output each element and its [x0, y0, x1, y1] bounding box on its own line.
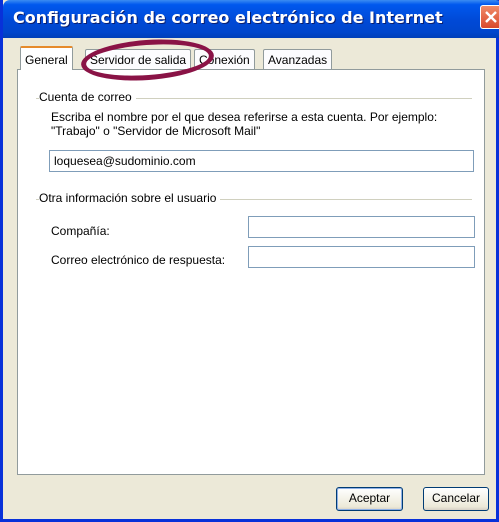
reply-email-label: Correo electrónico de respuesta:: [51, 253, 226, 267]
dialog-window: Configuración de correo electrónico de I…: [0, 0, 499, 522]
mail-account-description-1: Escriba el nombre por el que desea refer…: [51, 110, 438, 124]
tab-advanced[interactable]: Avanzadas: [263, 49, 333, 70]
title-bar[interactable]: Configuración de correo electrónico de I…: [3, 0, 499, 38]
mail-account-group-label: Cuenta de correo: [39, 90, 136, 104]
close-icon: [485, 11, 497, 23]
window-title: Configuración de correo electrónico de I…: [13, 8, 443, 27]
ok-button-label: Aceptar: [348, 491, 391, 505]
tab-general-label: General: [25, 53, 68, 67]
tab-advanced-label: Avanzadas: [268, 53, 328, 67]
reply-email-input[interactable]: [248, 246, 475, 268]
ok-button[interactable]: Aceptar: [336, 487, 403, 511]
tab-general[interactable]: General: [20, 46, 73, 70]
company-input[interactable]: [248, 216, 475, 238]
cancel-button[interactable]: Cancelar: [423, 487, 489, 511]
close-button[interactable]: [480, 5, 499, 29]
tab-panel-general: Cuenta de correo Escriba el nombre por e…: [17, 69, 485, 475]
company-label: Compañía:: [51, 224, 110, 238]
mail-account-description-2: "Trabajo" o "Servidor de Microsoft Mail": [51, 124, 261, 138]
account-name-input[interactable]: [49, 150, 474, 172]
cancel-button-label: Cancelar: [431, 491, 481, 505]
user-info-group-label: Otra información sobre el usuario: [39, 191, 221, 205]
